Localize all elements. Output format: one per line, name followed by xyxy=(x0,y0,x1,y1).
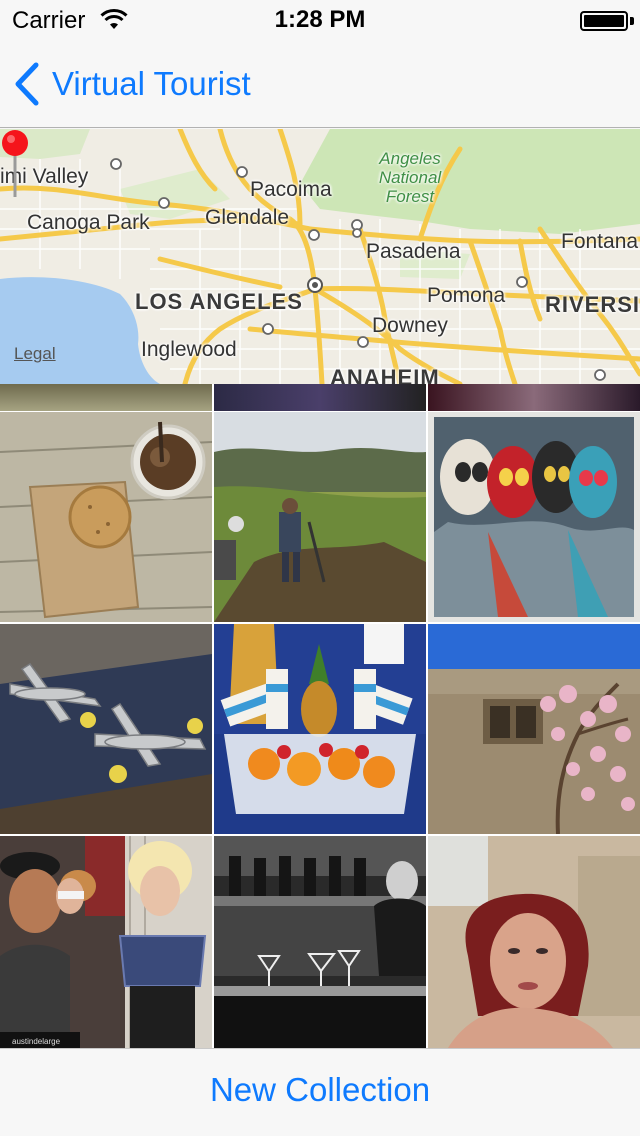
back-button[interactable]: Virtual Tourist xyxy=(12,60,251,108)
map-pin-icon[interactable] xyxy=(0,129,30,199)
navigation-bar: Virtual Tourist xyxy=(0,40,640,128)
lucha-masks-image xyxy=(428,412,640,622)
map-label-pacoima: Pacoima xyxy=(250,178,332,201)
map-label-fontana: Fontana xyxy=(561,230,639,253)
back-button-label: Virtual Tourist xyxy=(52,65,251,102)
map-label-angeles-national-forest: Angeles National Forest xyxy=(378,149,442,206)
status-time: 1:28 PM xyxy=(274,6,366,33)
bottom-toolbar: New Collection xyxy=(0,1048,640,1136)
map-label-inglewood: Inglewood xyxy=(141,338,237,361)
photo-magnolia-building[interactable] xyxy=(428,624,640,834)
bartender-image xyxy=(214,836,426,1048)
photo-caption: austindelarge xyxy=(12,1037,61,1046)
woman-selfie-image xyxy=(428,836,640,1048)
map-label-glendale: Glendale xyxy=(205,206,290,229)
photo-hillside-workers[interactable] xyxy=(214,412,426,622)
zico-fruit-image xyxy=(214,624,426,834)
chevron-left-icon xyxy=(15,62,39,106)
map-label-riverside: RIVERSI xyxy=(545,292,640,317)
photo-party-selfie[interactable]: austindelarge xyxy=(0,836,212,1048)
hillside-workers-image xyxy=(214,412,426,622)
photo-lucha-masks[interactable] xyxy=(428,412,640,622)
status-bar: Carrier 1:28 PM xyxy=(0,0,640,40)
photo-coffee-cookie[interactable] xyxy=(0,412,212,622)
photo-p38-planes[interactable] xyxy=(0,624,212,834)
photo-woman-selfie[interactable] xyxy=(428,836,640,1048)
map-label-los-angeles: LOS ANGELES xyxy=(135,289,303,314)
map-label-anaheim: ANAHEIM xyxy=(330,365,440,384)
photo-partial-top-2[interactable] xyxy=(214,384,426,411)
photo-collection[interactable]: austindelarge xyxy=(0,384,640,1048)
battery-icon xyxy=(580,11,628,31)
p38-planes-image xyxy=(0,624,212,834)
photo-partial-top-1[interactable] xyxy=(0,384,212,411)
photo-bartender[interactable] xyxy=(214,836,426,1048)
map-base xyxy=(0,129,640,384)
coffee-cookie-image xyxy=(0,412,212,622)
map-legal-link[interactable]: Legal xyxy=(14,344,56,364)
map-label-canoga-park: Canoga Park xyxy=(27,211,150,234)
party-selfie-image: austindelarge xyxy=(0,836,212,1048)
map-label-pomona: Pomona xyxy=(427,284,506,307)
map-view[interactable]: imi Valley Canoga Park Pacoima Glendale … xyxy=(0,129,640,384)
magnolia-building-image xyxy=(428,624,640,834)
map-label-pasadena: Pasadena xyxy=(366,240,461,263)
photo-partial-top-3[interactable] xyxy=(428,384,640,411)
map-label-downey: Downey xyxy=(372,314,448,337)
photo-zico-fruit[interactable] xyxy=(214,624,426,834)
new-collection-button[interactable]: New Collection xyxy=(0,1071,640,1109)
